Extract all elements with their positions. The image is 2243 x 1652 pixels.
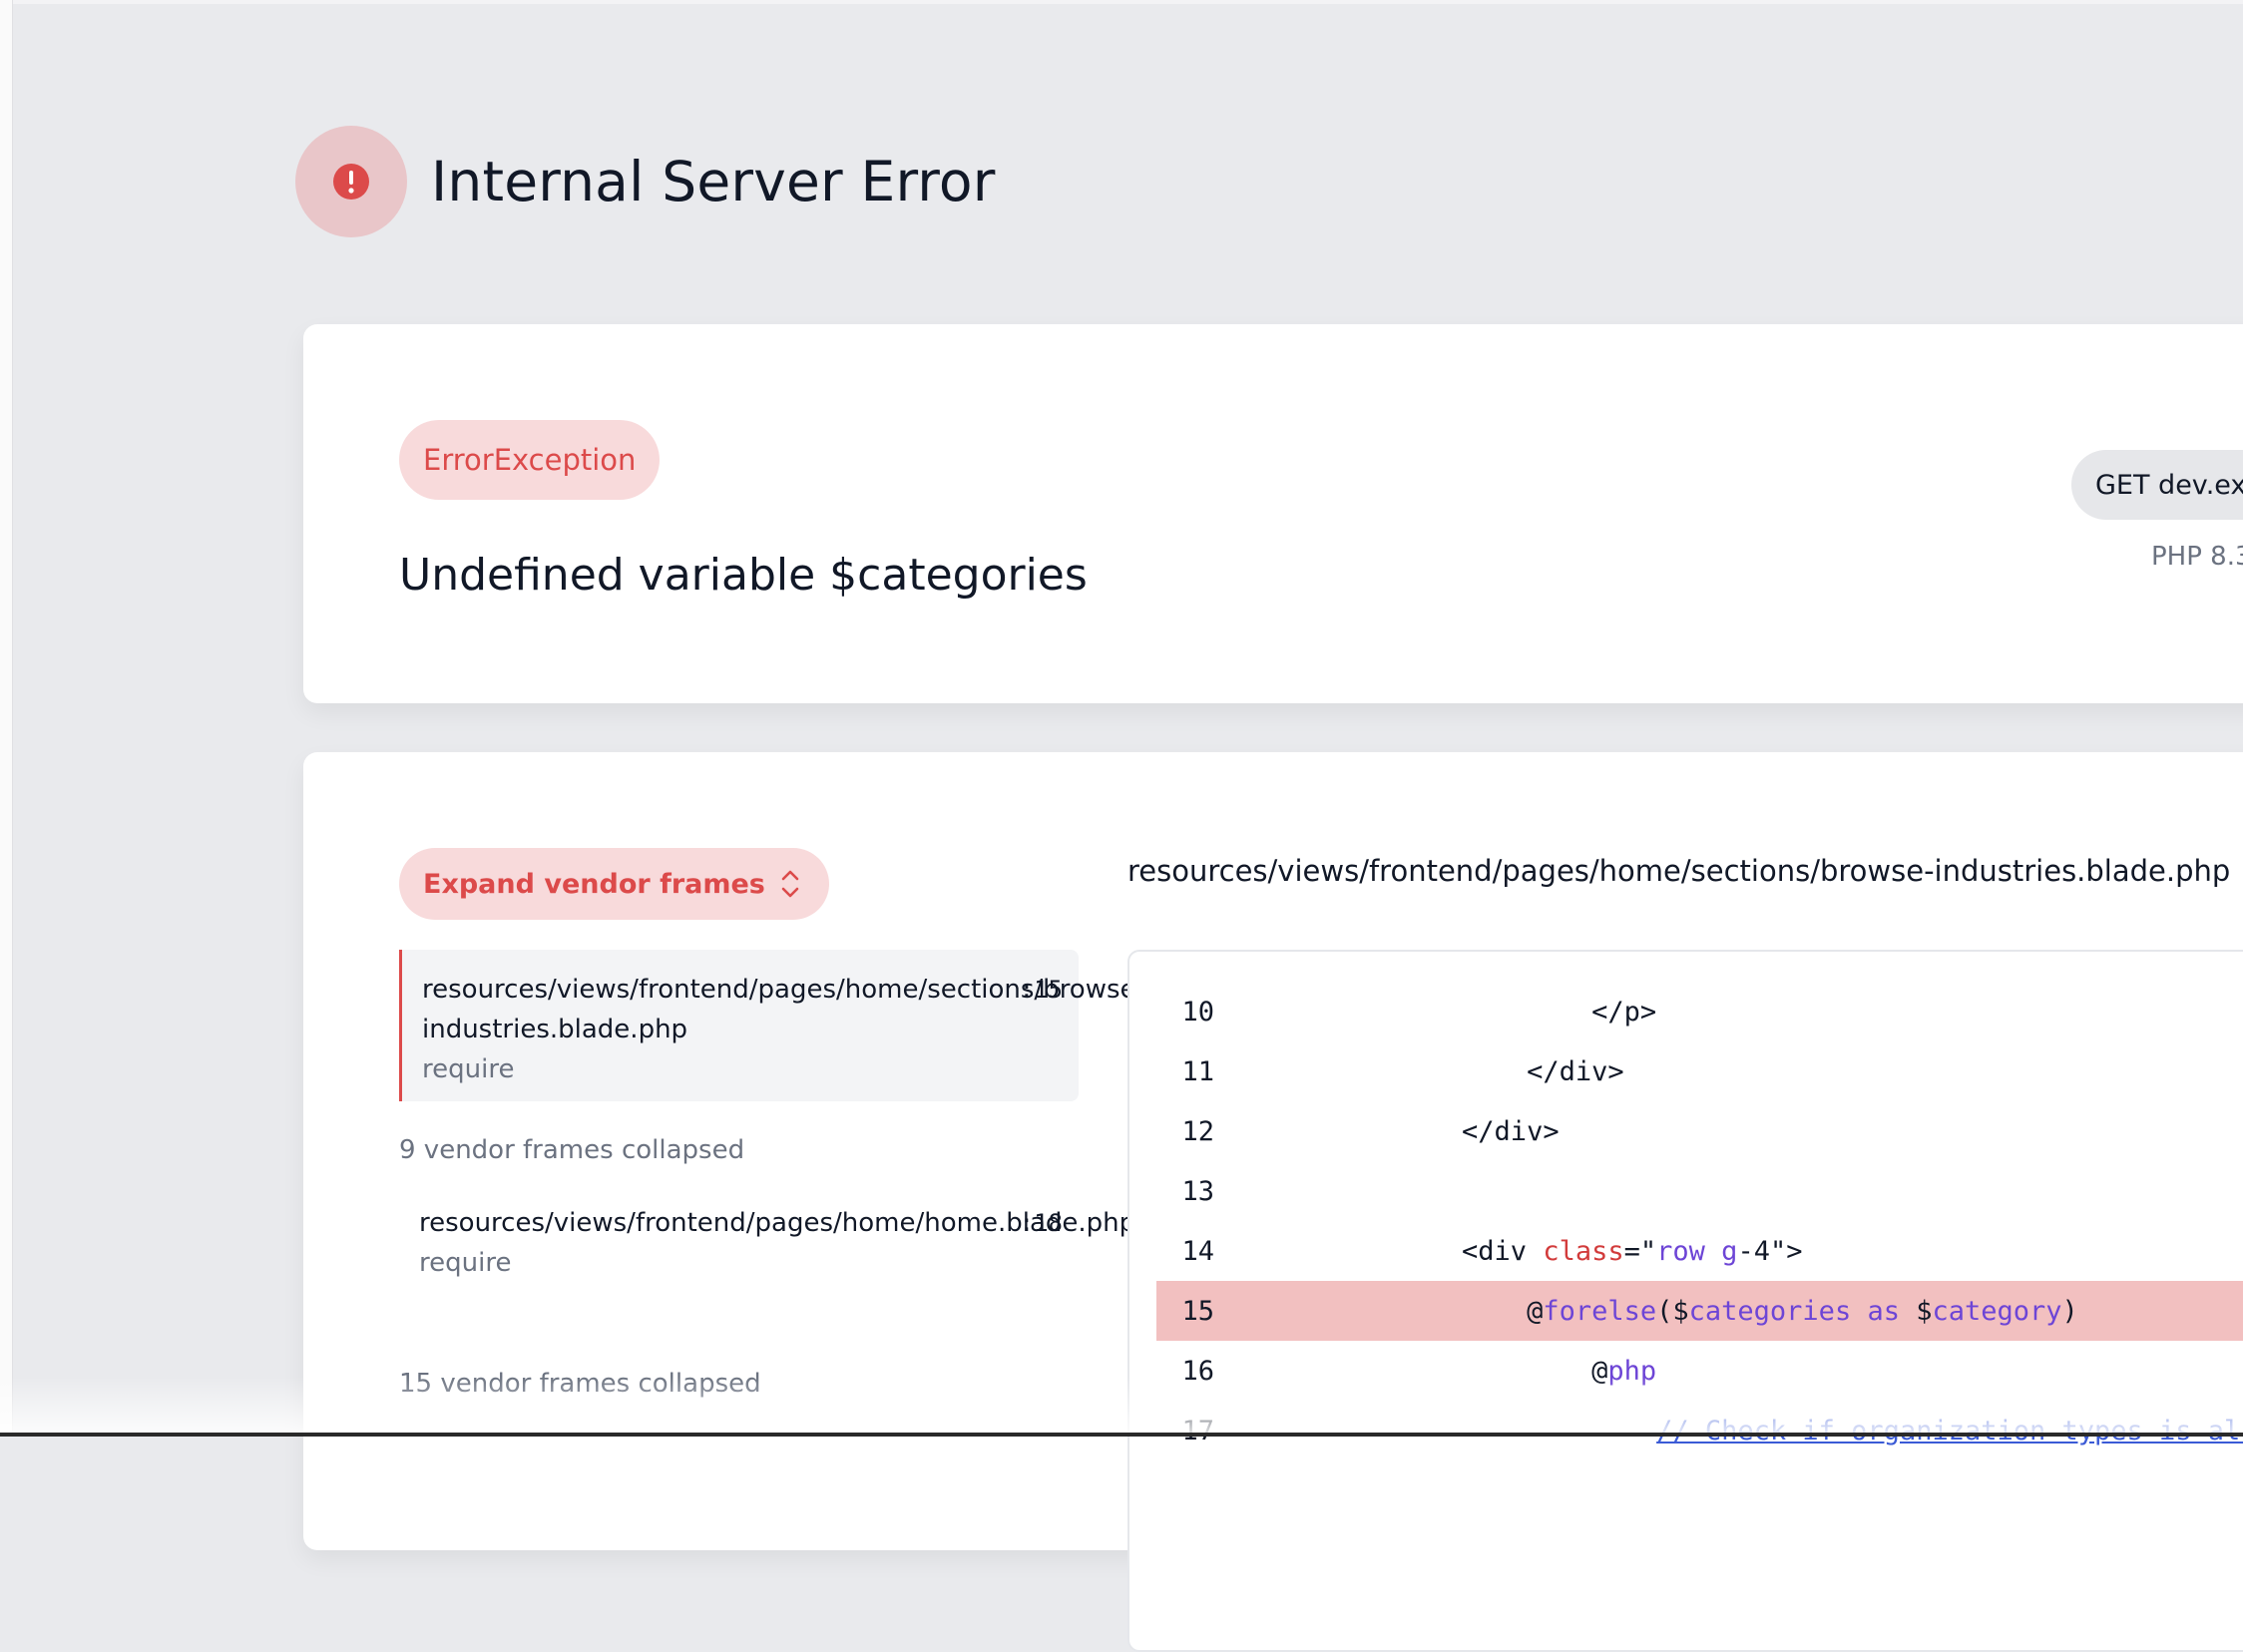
code-line: 14 <div class="row g-4"> — [1156, 1221, 2243, 1281]
stack-frame-path: resources/views/frontend/pages/home/sect… — [422, 975, 1145, 1044]
code-line: 12 </div> — [1156, 1101, 2243, 1161]
line-number: 14 — [1181, 1235, 1214, 1267]
code-line: 13 — [1156, 1161, 2243, 1221]
expand-vendor-frames-label: Expand vendor frames — [423, 868, 765, 900]
line-number: 15 — [1181, 1295, 1214, 1327]
code-viewer: 10 </p> 11 </div> 12 </div> 13 14 <div c… — [1127, 950, 2243, 1652]
page-title: Internal Server Error — [431, 150, 996, 213]
code-text: </p> — [1332, 996, 1657, 1028]
line-number: 11 — [1181, 1055, 1214, 1087]
code-line: 16 @php — [1156, 1341, 2243, 1401]
code-text: <div class="row g-4"> — [1332, 1235, 1803, 1267]
stack-frame-line: :15 — [1019, 976, 1063, 1004]
php-version: PHP 8.3 — [2151, 542, 2243, 572]
expand-vendor-frames-button[interactable]: Expand vendor frames — [399, 848, 829, 920]
exception-summary-card: ErrorException Undefined variable $categ… — [303, 324, 2243, 703]
alert-circle-icon — [333, 164, 369, 200]
exception-type-badge: ErrorException — [399, 420, 661, 500]
line-number: 13 — [1181, 1175, 1214, 1207]
error-status — [295, 126, 407, 237]
window-bottom-edge — [0, 1433, 2243, 1437]
request-badge[interactable]: GET dev.exc — [2071, 450, 2243, 520]
page-header: Internal Server Error — [295, 126, 996, 237]
code-text: @forelse($categories as $category) — [1332, 1295, 2078, 1327]
stack-frame[interactable]: resources/views/frontend/pages/home/home… — [399, 1183, 1136, 1335]
chevron-up-down-icon — [781, 870, 799, 898]
line-number: 17 — [1181, 1415, 1214, 1446]
stack-trace-card: Expand vendor frames resources/views/fro… — [303, 752, 2243, 1652]
code-line: 11 </div> — [1156, 1041, 2243, 1101]
line-number: 16 — [1181, 1355, 1214, 1387]
code-text: @php — [1332, 1355, 1657, 1387]
stack-frame-function: require — [422, 1054, 515, 1084]
stack-frame-selected[interactable]: resources/views/frontend/pages/home/sect… — [399, 950, 1145, 1101]
code-line: 17 // Check if organization types is alr — [1156, 1401, 2243, 1460]
code-line: 10 </p> — [1156, 982, 2243, 1041]
line-number: 12 — [1181, 1115, 1214, 1147]
code-file-path: resources/views/frontend/pages/home/sect… — [1127, 854, 2231, 888]
line-number: 10 — [1181, 996, 1214, 1028]
window-top-edge — [0, 0, 2243, 4]
window-left-edge — [0, 0, 13, 1437]
code-text: // Check if organization types is alr — [1656, 1415, 2243, 1446]
stack-frame-path: resources/views/frontend/pages/home/home… — [419, 1208, 1136, 1238]
vendor-frames-collapsed[interactable]: 15 vendor frames collapsed — [399, 1369, 761, 1399]
stack-frame-line: :18 — [1019, 1209, 1063, 1237]
code-line-highlighted: 15 @forelse($categories as $category) — [1156, 1281, 2243, 1341]
code-text: </div> — [1332, 1115, 1560, 1147]
vendor-frames-collapsed[interactable]: 9 vendor frames collapsed — [399, 1135, 744, 1165]
exception-message: Undefined variable $categories — [399, 550, 1088, 601]
stack-frame-function: require — [419, 1248, 512, 1278]
code-text: </div> — [1332, 1055, 1624, 1087]
